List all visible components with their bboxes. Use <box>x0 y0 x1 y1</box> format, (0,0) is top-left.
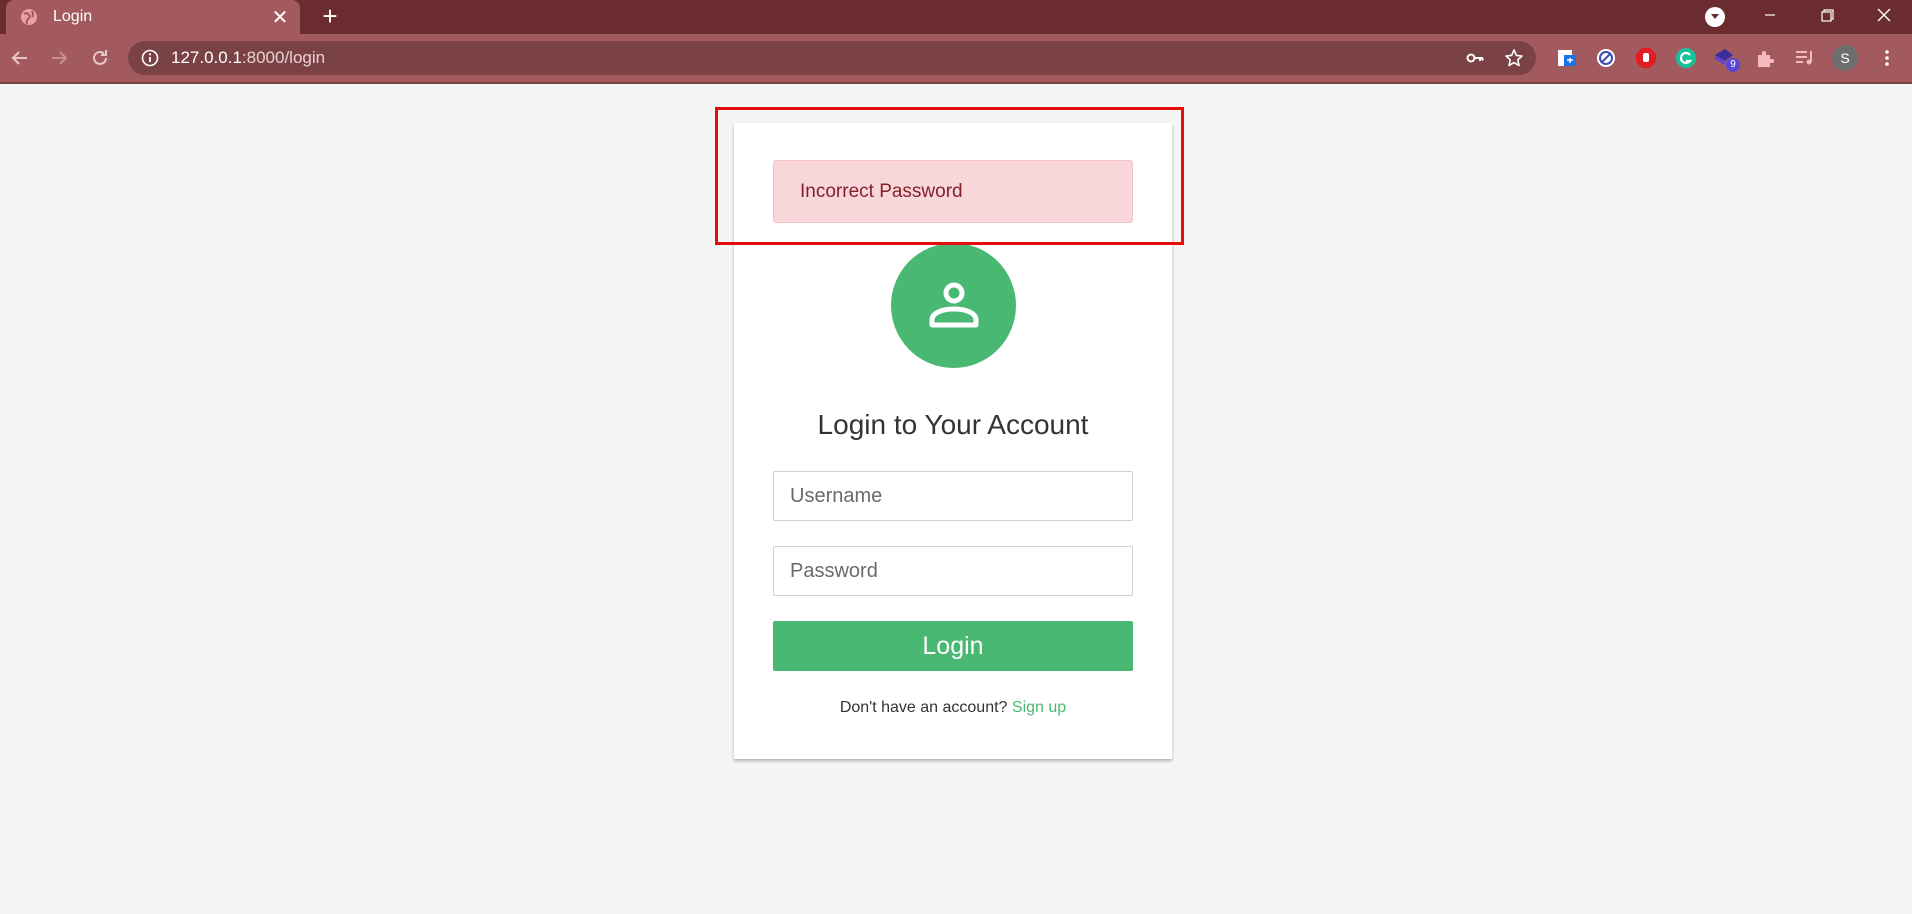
bookmark-star-icon[interactable] <box>1504 48 1524 68</box>
extension-badge-icon[interactable]: 9 <box>1712 45 1740 72</box>
tab-close-icon[interactable]: ✕ <box>266 5 294 30</box>
extension-grammarly-icon[interactable] <box>1673 45 1699 71</box>
site-info-icon[interactable] <box>141 49 159 67</box>
tab-title: Login <box>53 8 93 25</box>
browser-tab[interactable]: Login ✕ <box>6 0 300 34</box>
toolbar-divider <box>0 82 1912 84</box>
back-arrow-icon[interactable] <box>4 42 36 74</box>
login-card: Incorrect Password Login to Your Account… <box>734 123 1172 759</box>
url-text: 127.0.0.1:8000/login <box>171 48 325 68</box>
user-avatar-icon <box>891 243 1016 368</box>
signup-prompt-text: Don't have an account? <box>839 699 1012 716</box>
password-input[interactable] <box>773 546 1133 596</box>
profile-avatar[interactable]: S <box>1832 45 1858 71</box>
menu-kebab-icon[interactable] <box>1874 45 1900 71</box>
tab-search-icon[interactable] <box>1705 7 1725 27</box>
url-host: 127.0.0.1 <box>171 48 242 67</box>
extension-translate-icon[interactable] <box>1554 45 1580 71</box>
login-heading: Login to Your Account <box>817 409 1089 440</box>
url-path: :8000/login <box>241 48 326 67</box>
key-icon[interactable] <box>1465 48 1485 68</box>
address-bar[interactable]: 127.0.0.1:8000/login <box>128 41 1536 75</box>
new-tab-button[interactable]: + <box>316 3 344 31</box>
tab-bar: Login ✕ + <box>0 0 1912 34</box>
login-button[interactable]: Login <box>773 621 1133 671</box>
close-window-icon[interactable] <box>1856 0 1912 30</box>
restore-icon[interactable] <box>1799 0 1855 30</box>
minimize-icon[interactable] <box>1742 0 1798 30</box>
extension-stop-hand-icon[interactable] <box>1633 45 1659 71</box>
reload-icon[interactable] <box>84 42 116 74</box>
username-input[interactable] <box>773 471 1133 521</box>
extensions-puzzle-icon[interactable] <box>1752 45 1778 71</box>
forward-arrow-icon[interactable] <box>43 42 75 74</box>
signup-prompt: Don't have an account? Sign up <box>734 699 1172 717</box>
browser-toolbar: 127.0.0.1:8000/login 9 S <box>0 34 1912 82</box>
signup-link[interactable]: Sign up <box>1012 699 1066 716</box>
extension-block-icon[interactable] <box>1593 45 1619 71</box>
media-control-icon[interactable] <box>1792 45 1818 71</box>
extension-badge-count: 9 <box>1726 58 1740 72</box>
error-alert: Incorrect Password <box>773 160 1133 223</box>
globe-icon <box>19 7 39 27</box>
